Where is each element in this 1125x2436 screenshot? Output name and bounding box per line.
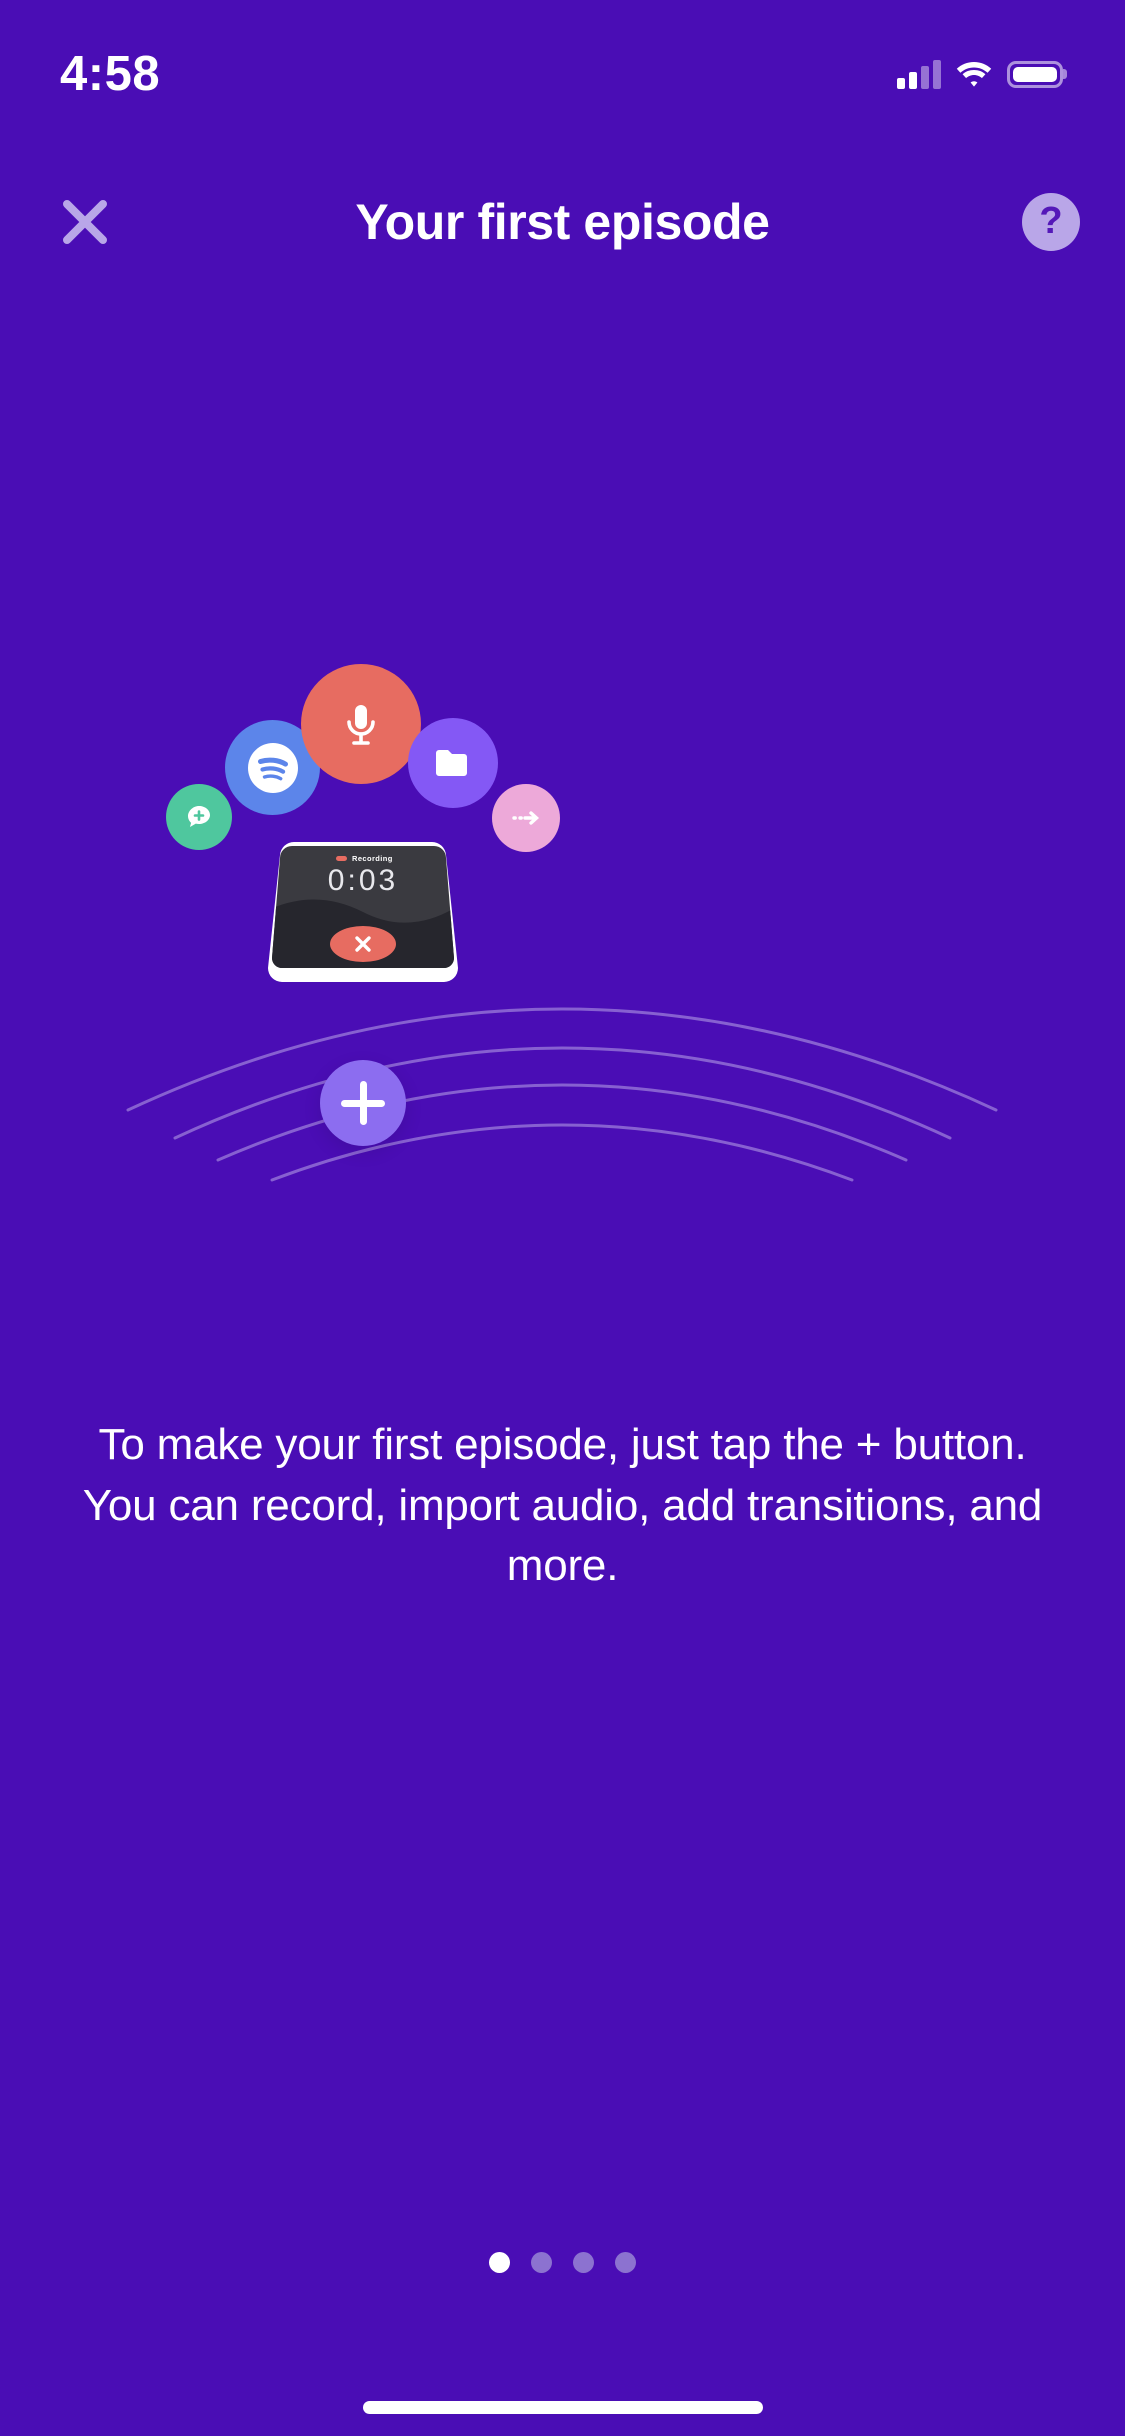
screen-header: Your first episode ? bbox=[0, 172, 1125, 272]
status-bar: 4:58 bbox=[0, 0, 1125, 130]
bubble-chat-add[interactable] bbox=[166, 784, 232, 850]
battery-full-icon bbox=[1007, 60, 1063, 88]
dashed-arrow-right-icon bbox=[512, 811, 540, 825]
home-indicator[interactable] bbox=[362, 2401, 763, 2414]
page-indicator bbox=[0, 2252, 1125, 2273]
sound-wave-arcs bbox=[126, 1007, 998, 1182]
recorder-phone-illustration: Recording 0:03 bbox=[268, 840, 458, 992]
page-dot-1[interactable] bbox=[489, 2252, 510, 2273]
page-dot-3[interactable] bbox=[573, 2252, 594, 2273]
description-text: To make your first episode, just tap the… bbox=[82, 1420, 1043, 1591]
folder-icon bbox=[436, 750, 467, 776]
status-icons bbox=[897, 59, 1063, 89]
recording-dot bbox=[336, 856, 347, 861]
page-dot-2[interactable] bbox=[531, 2252, 552, 2273]
chat-bubble-plus-icon bbox=[188, 806, 210, 827]
status-time: 4:58 bbox=[60, 47, 161, 101]
wifi-icon bbox=[955, 59, 993, 89]
first-episode-illustration: Recording 0:03 bbox=[0, 640, 1125, 1260]
microphone-icon bbox=[347, 705, 375, 745]
bubble-transition[interactable] bbox=[492, 784, 560, 852]
add-episode-button[interactable] bbox=[320, 1060, 406, 1146]
help-button[interactable]: ? bbox=[1022, 193, 1080, 251]
bubble-microphone[interactable] bbox=[301, 664, 421, 784]
recording-label: Recording bbox=[352, 854, 393, 863]
spotify-logo-icon bbox=[247, 742, 298, 793]
recording-timer: 0:03 bbox=[328, 864, 398, 897]
bubble-folder[interactable] bbox=[408, 718, 498, 808]
close-x-icon bbox=[63, 200, 107, 244]
page-title: Your first episode bbox=[355, 194, 770, 250]
close-button[interactable] bbox=[45, 182, 125, 262]
signal-bars-icon bbox=[897, 59, 941, 89]
page-dot-4[interactable] bbox=[615, 2252, 636, 2273]
question-mark-icon: ? bbox=[1039, 200, 1063, 242]
